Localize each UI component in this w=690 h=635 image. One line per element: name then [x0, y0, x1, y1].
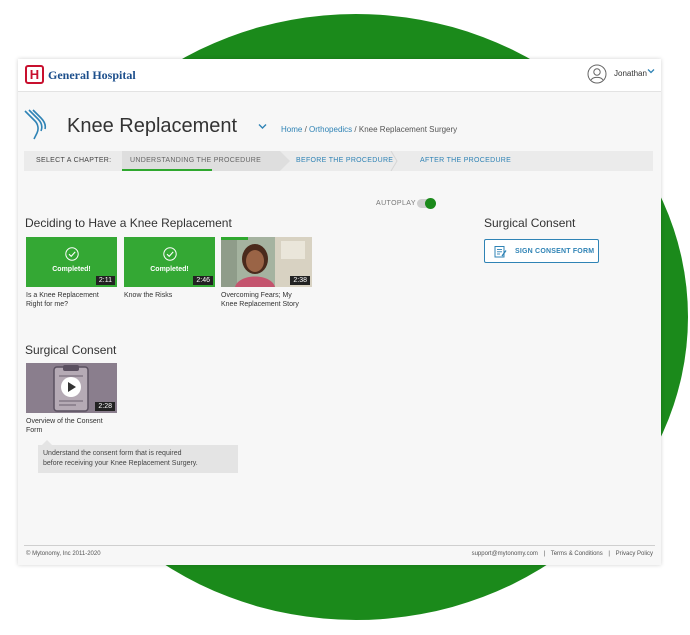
- document-edit-icon: [494, 246, 507, 258]
- check-circle-icon: [65, 247, 79, 261]
- completed-label: Completed!: [52, 266, 91, 273]
- section-title-surgical-consent: Surgical Consent: [25, 343, 117, 357]
- footer-separator: |: [543, 551, 546, 557]
- footer-link-support[interactable]: support@mytonomy.com: [472, 551, 538, 557]
- app-window: H General Hospital Jonathan Knee Replace…: [18, 59, 661, 565]
- breadcrumb: Home / Orthopedics / Knee Replacement Su…: [281, 125, 457, 134]
- brand-name[interactable]: General Hospital: [48, 68, 136, 83]
- autoplay-label: AUTOPLAY: [376, 200, 416, 207]
- sign-consent-form-button[interactable]: SIGN CONSENT FORM: [484, 239, 599, 263]
- video-title-line: Right for me?: [26, 301, 69, 308]
- breadcrumb-separator: /: [304, 125, 307, 134]
- video-title-line: Is a Knee Replacement: [26, 292, 99, 299]
- video-title-line: Overview of the Consent: [26, 418, 103, 425]
- knee-joint-icon: [24, 109, 47, 140]
- video-title-line: Know the Risks: [124, 292, 173, 299]
- chapter-select-label: SELECT A CHAPTER:: [36, 157, 112, 164]
- video-title-1[interactable]: Is a Knee Replacement Right for me?: [26, 291, 121, 309]
- watch-progress-bar: [221, 237, 249, 240]
- tab-label: UNDERSTANDING THE PROCEDURE: [130, 157, 262, 164]
- video-thumbnail-4[interactable]: 2:28: [26, 363, 117, 413]
- toggle-knob: [425, 198, 436, 209]
- video-description-tooltip: Understand the consent form that is requ…: [38, 440, 238, 473]
- video-title-line: Knee Replacement Story: [221, 301, 299, 308]
- breadcrumb-current: Knee Replacement Surgery: [358, 125, 458, 134]
- footer-separator: |: [608, 551, 610, 557]
- section-title-deciding: Deciding to Have a Knee Replacement: [25, 216, 232, 230]
- copyright: © Mytonomy, Inc 2011-2020: [26, 551, 101, 557]
- footer-link-privacy[interactable]: Privacy Policy: [616, 551, 653, 557]
- autoplay-toggle[interactable]: [417, 198, 436, 209]
- sidebar-title-surgical-consent: Surgical Consent: [484, 216, 576, 230]
- check-circle-icon: [163, 247, 177, 261]
- page-title: Knee Replacement: [67, 115, 238, 137]
- video-title-4[interactable]: Overview of the Consent Form: [26, 417, 121, 435]
- chapter-selector: SELECT A CHAPTER: UNDERSTANDING THE PROC…: [24, 151, 653, 171]
- video-duration: 2:11: [95, 276, 115, 285]
- tab-before-the-procedure[interactable]: BEFORE THE PROCEDURE: [296, 157, 393, 164]
- footer-link-terms[interactable]: Terms & Conditions: [551, 551, 603, 557]
- chevron-down-icon[interactable]: [647, 67, 655, 75]
- breadcrumb-home[interactable]: Home: [281, 125, 302, 134]
- tooltip-line: before receiving your Knee Replacement S…: [43, 460, 198, 467]
- video-duration: 2:38: [290, 276, 310, 285]
- title-chevron-down-icon[interactable]: [258, 123, 267, 130]
- tab-after-the-procedure[interactable]: AFTER THE PROCEDURE: [420, 157, 511, 164]
- footer-divider: [24, 545, 655, 546]
- footer-links: support@mytonomy.com | Terms & Condition…: [472, 551, 653, 557]
- user-name[interactable]: Jonathan: [614, 69, 647, 78]
- video-thumbnail-2[interactable]: Completed! 2:46: [124, 237, 215, 287]
- stage: H General Hospital Jonathan Knee Replace…: [0, 0, 690, 635]
- button-label: SIGN CONSENT FORM: [515, 248, 595, 255]
- video-title-line: Overcoming Fears; My: [221, 292, 292, 299]
- video-title-line: Form: [26, 427, 43, 434]
- video-duration: 2:46: [193, 276, 213, 285]
- video-title-3[interactable]: Overcoming Fears; My Knee Replacement St…: [221, 291, 321, 309]
- completed-label: Completed!: [150, 266, 189, 273]
- video-thumbnail-1[interactable]: Completed! 2:11: [26, 237, 117, 287]
- active-tab-indicator: [122, 169, 212, 171]
- top-bar: H General Hospital Jonathan: [18, 59, 661, 92]
- hospital-logo-icon[interactable]: H: [25, 65, 44, 84]
- video-thumbnail-3[interactable]: 2:38: [221, 237, 312, 287]
- tab-understanding-the-procedure[interactable]: UNDERSTANDING THE PROCEDURE: [122, 151, 290, 171]
- breadcrumb-separator: /: [354, 125, 357, 134]
- tooltip-line: Understand the consent form that is requ…: [43, 450, 182, 457]
- video-duration: 2:28: [95, 402, 115, 411]
- user-avatar-icon[interactable]: [587, 64, 607, 84]
- video-title-2[interactable]: Know the Risks: [124, 291, 219, 300]
- breadcrumb-orthopedics[interactable]: Orthopedics: [309, 125, 352, 134]
